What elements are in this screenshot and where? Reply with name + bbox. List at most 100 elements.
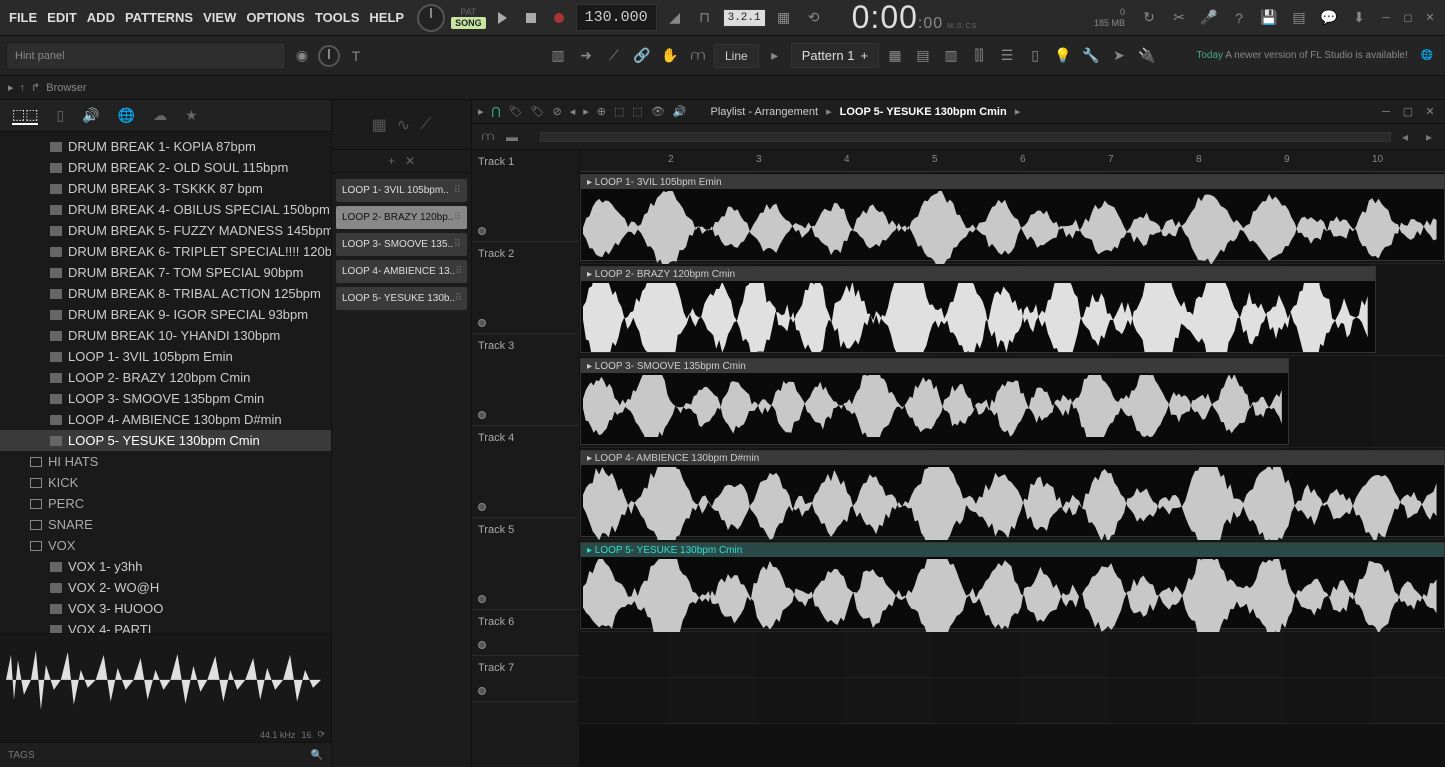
zoom-fit-icon[interactable]: ⬚ <box>632 105 642 118</box>
browser-folder[interactable]: PERC <box>0 493 331 514</box>
pattern-item[interactable]: LOOP 5- YESUKE 130b..⠿ <box>336 287 467 310</box>
help-icon[interactable]: ? <box>1227 6 1251 30</box>
track-mute-button[interactable] <box>478 595 486 603</box>
collapse-icon[interactable]: ▸ <box>8 81 14 94</box>
tempo-display[interactable]: 130.000 <box>576 4 657 31</box>
track-mute-button[interactable] <box>478 227 486 235</box>
browser-folder[interactable]: KICK <box>0 472 331 493</box>
audio-clip[interactable]: ▸ LOOP 4- AMBIENCE 130bpm D#min <box>580 450 1445 537</box>
menu-view[interactable]: VIEW <box>200 8 239 27</box>
browser-tab-cloud-icon[interactable]: ☁ <box>153 107 167 124</box>
browser-tab-files-icon[interactable]: ▯ <box>56 107 64 124</box>
pitch-knob[interactable] <box>318 45 340 67</box>
track-row[interactable]: ▸ LOOP 2- BRAZY 120bpm Cmin <box>580 264 1445 356</box>
snap-selector[interactable]: Line <box>714 44 759 68</box>
cut-icon[interactable]: ✂ <box>1167 6 1191 30</box>
playlist-min-button[interactable]: ─ <box>1377 105 1395 119</box>
download-icon[interactable]: ⬇ <box>1347 6 1371 30</box>
audio-clip[interactable]: ▸ LOOP 2- BRAZY 120bpm Cmin <box>580 266 1376 353</box>
pattern-item[interactable]: LOOP 3- SMOOVE 135..⠿ <box>336 233 467 256</box>
pattern-automation-icon[interactable]: ⟋ <box>420 116 431 134</box>
browser-folder[interactable]: SNARE <box>0 514 331 535</box>
plugin-icon[interactable]: 🔌 <box>1135 44 1159 68</box>
loop-icon[interactable]: ⟲ <box>802 6 826 30</box>
hand-icon[interactable]: ✋ <box>658 44 682 68</box>
scroll-left-icon[interactable]: ◂ <box>1395 127 1415 147</box>
piano-icon[interactable]: ▥ <box>546 44 570 68</box>
menu-edit[interactable]: EDIT <box>44 8 80 27</box>
browser-file[interactable]: DRUM BREAK 6- TRIPLET SPECIAL!!!! 120bpm <box>0 241 331 262</box>
browser-file[interactable]: DRUM BREAK 4- OBILUS SPECIAL 150bpm <box>0 199 331 220</box>
pattern-add-icon[interactable]: + <box>860 48 868 63</box>
audio-clip[interactable]: ▸ LOOP 1- 3VIL 105bpm Emin <box>580 174 1445 261</box>
browser-file[interactable]: DRUM BREAK 3- TSKKK 87 bpm <box>0 178 331 199</box>
menu-options[interactable]: OPTIONS <box>243 8 308 27</box>
browser-file[interactable]: VOX 2- WO@H <box>0 577 331 598</box>
track-header[interactable]: Track 5 <box>472 518 579 610</box>
pattern-add-icon[interactable]: + <box>388 154 395 168</box>
forward-icon[interactable]: ↱ <box>31 81 40 94</box>
back-icon[interactable]: ↑ <box>20 82 26 94</box>
ruler-icon[interactable]: ▬ <box>502 127 522 147</box>
pattern-grid-icon[interactable]: ▦ <box>372 115 387 135</box>
track-header[interactable]: Track 7 <box>472 656 579 702</box>
magnet-snap-icon[interactable]: ⩋ <box>478 127 498 147</box>
minimize-button[interactable]: ─ <box>1377 11 1395 25</box>
timeline-ruler[interactable]: 2345678910 <box>580 150 1445 172</box>
preview-pane[interactable]: 44.1 kHz 16 ⟳ <box>0 633 331 743</box>
grip-icon[interactable]: ⠿ <box>455 293 462 304</box>
save-icon[interactable]: 💾 <box>1257 6 1281 30</box>
track-row[interactable]: ▸ LOOP 5- YESUKE 130bpm Cmin <box>580 540 1445 632</box>
eye-icon[interactable]: 👁 <box>651 105 665 118</box>
browser-file[interactable]: VOX 4- PARTI <box>0 619 331 633</box>
wait-input-icon[interactable]: ⊓ <box>693 6 717 30</box>
browser-list[interactable]: DRUM BREAK 1- KOPIA 87bpmDRUM BREAK 2- O… <box>0 132 331 633</box>
time-display[interactable]: 0:00 :00 M:S:CS <box>852 0 978 36</box>
playlist-menu-icon[interactable]: ▸ <box>478 105 484 118</box>
menu-add[interactable]: ADD <box>84 8 118 27</box>
zoom-select-icon[interactable]: ⬚ <box>614 105 624 118</box>
browser-file[interactable]: DRUM BREAK 8- TRIBAL ACTION 125bpm <box>0 283 331 304</box>
grip-icon[interactable]: ⠿ <box>455 266 462 277</box>
playlist-close-button[interactable]: ✕ <box>1421 105 1439 119</box>
timeline-area[interactable]: 2345678910 ▸ LOOP 1- 3VIL 105bpm Emin▸ L… <box>580 150 1445 767</box>
track-row[interactable] <box>580 678 1445 724</box>
browser-file[interactable]: DRUM BREAK 1- KOPIA 87bpm <box>0 136 331 157</box>
menu-tools[interactable]: TOOLS <box>312 8 363 27</box>
track-mute-button[interactable] <box>478 687 486 695</box>
view-page-icon[interactable]: ▯ <box>1023 44 1047 68</box>
browser-tab-star-icon[interactable]: ★ <box>185 107 198 124</box>
track-header[interactable]: Track 6 <box>472 610 579 656</box>
browser-file[interactable]: DRUM BREAK 5- FUZZY MADNESS 145bpm <box>0 220 331 241</box>
playlist-overview-scrollbar[interactable] <box>540 132 1391 142</box>
browser-file[interactable]: LOOP 3- SMOOVE 135bpm Cmin <box>0 388 331 409</box>
track-header[interactable]: Track 1 <box>472 150 579 242</box>
pattern-selector[interactable]: Pattern 1 + <box>791 43 879 68</box>
browser-file[interactable]: LOOP 5- YESUKE 130bpm Cmin <box>0 430 331 451</box>
export-icon[interactable]: 💬 <box>1317 6 1341 30</box>
browser-file[interactable]: LOOP 4- AMBIENCE 130bpm D#min <box>0 409 331 430</box>
track-mute-button[interactable] <box>478 411 486 419</box>
playlist-max-button[interactable]: ▢ <box>1399 105 1417 119</box>
browser-file[interactable]: LOOP 1- 3VIL 105bpm Emin <box>0 346 331 367</box>
close-button[interactable]: ✕ <box>1421 11 1439 25</box>
pattern-item[interactable]: LOOP 1- 3VIL 105bpm..⠿ <box>336 179 467 202</box>
grip-icon[interactable]: ⠿ <box>454 185 461 196</box>
browser-file[interactable]: DRUM BREAK 9- IGOR SPECIAL 93bpm <box>0 304 331 325</box>
preview-loop-icon[interactable]: ⟳ <box>317 729 325 740</box>
magnet-icon[interactable]: ⩋ <box>686 44 710 68</box>
back-arrow-icon[interactable]: ◂ <box>570 105 576 118</box>
track-row[interactable]: ▸ LOOP 1- 3VIL 105bpm Emin <box>580 172 1445 264</box>
link-icon[interactable]: ⟋ <box>602 44 626 68</box>
browser-file[interactable]: DRUM BREAK 10- YHANDI 130bpm <box>0 325 331 346</box>
playlist-current-clip[interactable]: LOOP 5- YESUKE 130bpm Cmin <box>840 106 1007 118</box>
pattern-close-icon[interactable]: ✕ <box>405 154 415 168</box>
view-playlist-icon[interactable]: ▦ <box>883 44 907 68</box>
view-piano-roll-icon[interactable]: ▤ <box>911 44 935 68</box>
render-icon[interactable]: ▤ <box>1287 6 1311 30</box>
view-channel-rack-icon[interactable]: ▥ <box>939 44 963 68</box>
track-row[interactable] <box>580 632 1445 678</box>
hint-extra-icon[interactable]: ◉ <box>290 44 314 68</box>
audio-clip[interactable]: ▸ LOOP 5- YESUKE 130bpm Cmin <box>580 542 1445 629</box>
type-tool-icon[interactable]: T <box>344 44 368 68</box>
